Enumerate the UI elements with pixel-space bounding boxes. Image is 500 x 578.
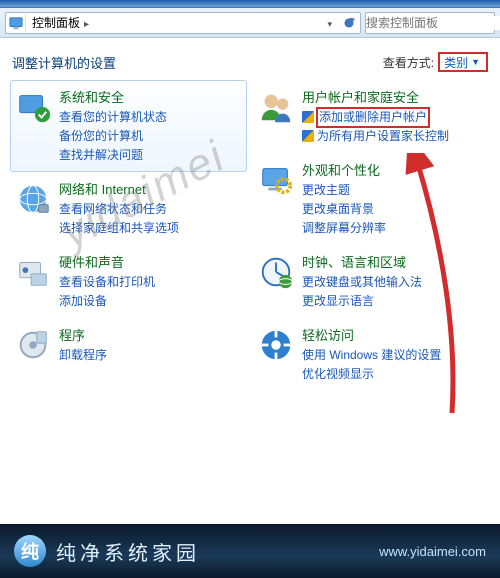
category-title[interactable]: 时钟、语言和区域 xyxy=(302,252,422,271)
category-network: 网络和 Internet 查看网络状态和任务选择家庭组和共享选项 xyxy=(10,172,247,245)
category-system-security: 系统和安全查看您的计算机状态备份您的计算机查找并解决问题 xyxy=(10,80,247,172)
category-link[interactable]: 备份您的计算机 xyxy=(59,127,167,146)
category-title[interactable]: 轻松访问 xyxy=(302,325,441,344)
footer: 纯 纯净系统家园 www.yidaimei.com xyxy=(0,524,500,578)
category-link[interactable]: 更改桌面背景 xyxy=(302,200,386,219)
category-link[interactable]: 选择家庭组和共享选项 xyxy=(59,219,179,238)
page-heading: 调整计算机的设置 xyxy=(12,53,383,72)
clock-icon xyxy=(256,252,296,292)
refresh-icon[interactable] xyxy=(338,17,360,29)
category-appearance: 外观和个性化更改主题更改桌面背景调整屏幕分辨率 xyxy=(253,153,490,245)
search-box[interactable] xyxy=(365,12,495,34)
nav-bar: 控制面板▸ ▾ xyxy=(0,8,500,38)
category-title[interactable]: 硬件和声音 xyxy=(59,252,155,271)
category-programs: 程序卸载程序 xyxy=(10,318,247,372)
category-link[interactable]: 调整屏幕分辨率 xyxy=(302,219,386,238)
breadcrumb-root[interactable]: 控制面板▸ xyxy=(26,14,95,31)
category-link[interactable]: 为所有用户设置家长控制 xyxy=(302,127,449,146)
hardware-icon xyxy=(13,252,53,292)
user-accounts-icon xyxy=(256,87,296,127)
footer-url: www.yidaimei.com xyxy=(379,544,486,559)
view-by-label: 查看方式: xyxy=(383,54,434,71)
category-link[interactable]: 添加设备 xyxy=(59,292,155,311)
breadcrumb-bar[interactable]: 控制面板▸ ▾ xyxy=(5,12,361,34)
category-clock: 时钟、语言和区域更改键盘或其他输入法更改显示语言 xyxy=(253,245,490,318)
breadcrumb-history-dropdown[interactable]: ▾ xyxy=(317,16,338,30)
category-title[interactable]: 程序 xyxy=(59,325,107,344)
category-columns: 系统和安全查看您的计算机状态备份您的计算机查找并解决问题网络和 Internet… xyxy=(0,78,500,401)
view-by-dropdown[interactable]: 类别 ▼ xyxy=(438,52,488,72)
left-column: 系统和安全查看您的计算机状态备份您的计算机查找并解决问题网络和 Internet… xyxy=(10,80,247,391)
category-link[interactable]: 添加或删除用户帐户 xyxy=(302,108,449,127)
network-icon xyxy=(13,179,53,219)
category-title[interactable]: 系统和安全 xyxy=(59,87,167,106)
category-title[interactable]: 网络和 Internet xyxy=(59,179,179,198)
view-by: 查看方式: 类别 ▼ xyxy=(383,52,488,72)
sub-bar: 调整计算机的设置 查看方式: 类别 ▼ xyxy=(0,38,500,78)
category-ease: 轻松访问使用 Windows 建议的设置优化视频显示 xyxy=(253,318,490,391)
category-link[interactable]: 查看您的计算机状态 xyxy=(59,108,167,127)
category-link[interactable]: 查找并解决问题 xyxy=(59,146,167,165)
category-link[interactable]: 优化视频显示 xyxy=(302,365,441,384)
programs-icon xyxy=(13,325,53,365)
category-link[interactable]: 使用 Windows 建议的设置 xyxy=(302,346,441,365)
search-input[interactable] xyxy=(366,16,500,30)
category-link[interactable]: 卸载程序 xyxy=(59,346,107,365)
chevron-down-icon: ▼ xyxy=(471,57,480,67)
system-security-icon xyxy=(13,87,53,127)
category-link[interactable]: 更改显示语言 xyxy=(302,292,422,311)
ease-icon xyxy=(256,325,296,365)
category-hardware: 硬件和声音查看设备和打印机添加设备 xyxy=(10,245,247,318)
appearance-icon xyxy=(256,160,296,200)
category-link[interactable]: 查看设备和打印机 xyxy=(59,273,155,292)
category-link[interactable]: 查看网络状态和任务 xyxy=(59,200,179,219)
right-column: 用户帐户和家庭安全添加或删除用户帐户为所有用户设置家长控制外观和个性化更改主题更… xyxy=(253,80,490,391)
category-user-accounts: 用户帐户和家庭安全添加或删除用户帐户为所有用户设置家长控制 xyxy=(253,80,490,153)
category-link[interactable]: 更改键盘或其他输入法 xyxy=(302,273,422,292)
footer-logo-icon: 纯 xyxy=(14,535,46,567)
window-titlebar xyxy=(0,0,500,8)
category-title[interactable]: 用户帐户和家庭安全 xyxy=(302,87,449,106)
category-link[interactable]: 更改主题 xyxy=(302,181,386,200)
category-title[interactable]: 外观和个性化 xyxy=(302,160,386,179)
control-panel-icon xyxy=(6,14,26,32)
footer-brand: 纯净系统家园 xyxy=(56,537,200,566)
